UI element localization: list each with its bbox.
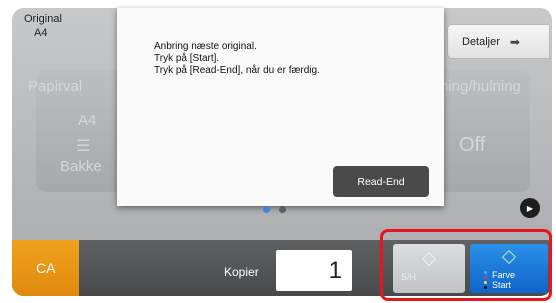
scan-next-dialog: Anbring næste original. Tryk på [Start].… xyxy=(117,8,444,206)
paper-select-size: A4 xyxy=(78,112,97,129)
read-end-button[interactable]: Read-End xyxy=(333,166,429,197)
dialog-message: Anbring næste original. Tryk på [Start].… xyxy=(154,41,320,77)
original-size: A4 xyxy=(34,27,48,39)
copies-input[interactable]: 1 xyxy=(276,250,352,291)
play-icon: ▶ xyxy=(526,203,534,213)
dialog-message-line: Tryk på [Read-End], når du er færdig. xyxy=(154,65,320,76)
copies-label: Kopier xyxy=(224,265,259,279)
staple-punch-title: hing/hulning xyxy=(440,78,521,95)
page-indicator xyxy=(263,206,286,213)
staple-punch-value: Off xyxy=(459,134,486,156)
page-dot-active[interactable] xyxy=(263,206,270,213)
original-label: Original xyxy=(24,13,62,25)
start-buttons-highlight xyxy=(380,229,552,301)
page-dot-inactive[interactable] xyxy=(279,206,286,213)
details-button-label: Detaljer xyxy=(462,35,500,48)
ca-button[interactable]: CA xyxy=(12,240,79,296)
arrow-right-icon: ➡ xyxy=(509,34,520,49)
tray-icon: ☰ xyxy=(76,138,91,155)
next-page-button[interactable]: ▶ xyxy=(520,198,540,218)
dialog-message-line: Anbring næste original. xyxy=(154,41,257,52)
original-info: Original A4 xyxy=(24,12,62,40)
details-button[interactable]: Detaljer ➡ xyxy=(448,25,549,58)
paper-select-tray: Bakke xyxy=(60,158,102,175)
paper-select-title: Papirval xyxy=(28,78,83,95)
dialog-message-line: Tryk på [Start]. xyxy=(154,53,220,64)
